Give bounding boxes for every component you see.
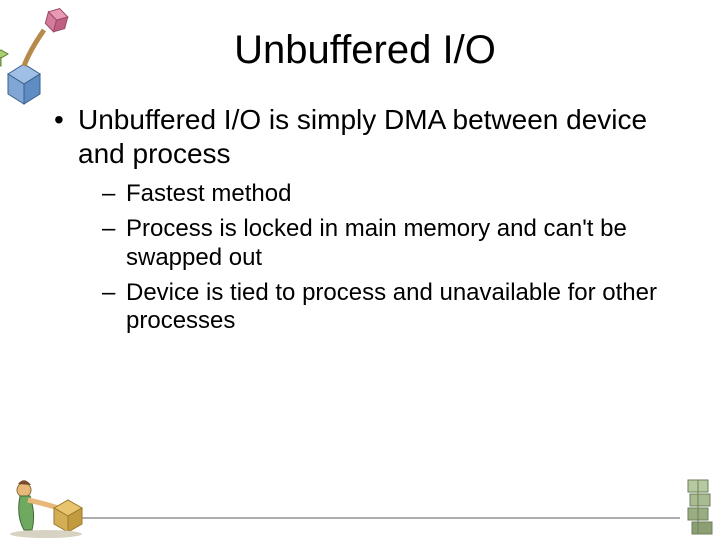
sub-bullet-text: Fastest method	[126, 180, 291, 207]
bullet-text: Unbuffered I/O is simply DMA between dev…	[78, 104, 647, 169]
sub-bullet-item: Device is tied to process and unavailabl…	[102, 279, 680, 337]
decorative-cubes-icon	[0, 0, 100, 120]
slide: Unbuffered I/O Unbuffered I/O is simply …	[0, 0, 720, 540]
decorative-footer-icon	[0, 470, 720, 540]
sub-bullet-text: Process is locked in main memory and can…	[126, 215, 627, 271]
bullet-item: Unbuffered I/O is simply DMA between dev…	[50, 103, 680, 336]
sub-bullet-list: Fastest method Process is locked in main…	[102, 180, 680, 336]
sub-bullet-text: Device is tied to process and unavailabl…	[126, 279, 657, 335]
sub-bullet-item: Process is locked in main memory and can…	[102, 215, 680, 273]
bullet-list: Unbuffered I/O is simply DMA between dev…	[50, 103, 680, 336]
sub-bullet-item: Fastest method	[102, 180, 680, 209]
slide-title: Unbuffered I/O	[50, 28, 680, 73]
